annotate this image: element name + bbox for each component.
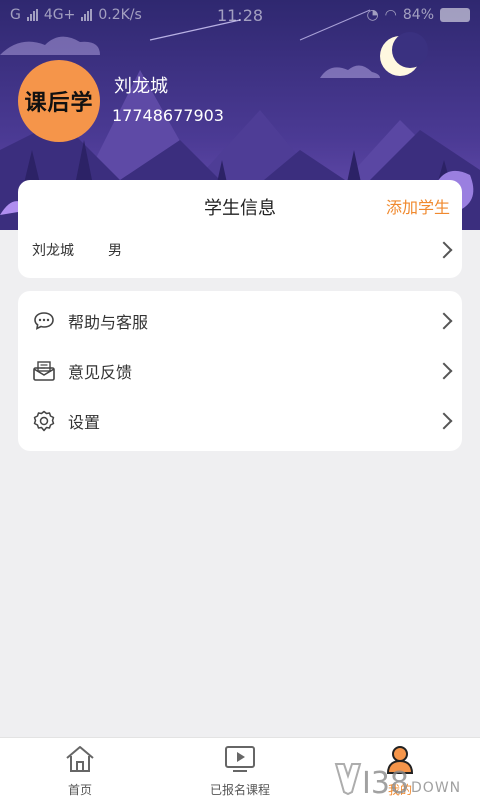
battery-icon (440, 8, 470, 22)
app-logo-avatar[interactable]: 课后学 (18, 60, 100, 142)
logo-text: 课后学 (24, 91, 94, 116)
chevron-right-icon (435, 412, 453, 430)
nav-label-courses: 已报名课程 (209, 783, 270, 797)
chevron-right-icon (435, 362, 453, 380)
watermark-shield-icon (334, 762, 362, 800)
status-bar: G 4G+ 0.2K/s 11:28 ◔ ◠ 84% (0, 0, 480, 30)
menu-card: 帮助与客服 意见反馈 设置 (18, 291, 462, 451)
menu-label-help: 帮助与客服 (68, 313, 149, 332)
watermark-sub-text: DOWN (411, 780, 462, 796)
chevron-right-icon (435, 312, 453, 330)
home-icon (63, 744, 97, 777)
tv-play-icon (223, 744, 257, 777)
signal-icon-2 (81, 9, 93, 21)
add-student-button[interactable]: 添加学生 (386, 194, 450, 218)
chat-bubble-icon (32, 309, 56, 333)
nav-label-home: 首页 (67, 783, 92, 797)
network-speed: 0.2K/s (98, 7, 142, 23)
student-row[interactable]: 刘龙城 男 (18, 230, 462, 270)
user-name: 刘龙城 (114, 76, 168, 97)
student-info-card: 学生信息 添加学生 刘龙城 男 (18, 180, 462, 278)
menu-item-help[interactable]: 帮助与客服 (18, 296, 462, 346)
mail-feedback-icon (32, 359, 56, 383)
menu-item-feedback[interactable]: 意见反馈 (18, 346, 462, 396)
nav-item-courses[interactable]: 已报名课程 (180, 744, 300, 798)
carrier-label: G (10, 7, 21, 23)
gear-icon (32, 409, 56, 433)
menu-label-feedback: 意见反馈 (68, 363, 133, 382)
wifi-icon: ◠ (384, 7, 397, 23)
signal-icon (26, 9, 38, 21)
student-gender: 男 (108, 243, 122, 259)
alarm-icon: ◔ (366, 7, 379, 23)
site-watermark: I38 DOWN (334, 762, 461, 800)
menu-item-settings[interactable]: 设置 (18, 396, 462, 446)
menu-label-settings: 设置 (68, 413, 101, 432)
status-time: 11:28 (216, 5, 264, 25)
network-type-label: 4G+ (43, 7, 76, 23)
user-phone: 17748677903 (112, 106, 224, 125)
chevron-right-icon (435, 241, 453, 259)
battery-percent: 84% (402, 7, 434, 23)
nav-item-home[interactable]: 首页 (20, 744, 140, 798)
watermark-main-text: I38 (362, 765, 410, 800)
student-name: 刘龙城 (32, 243, 74, 259)
